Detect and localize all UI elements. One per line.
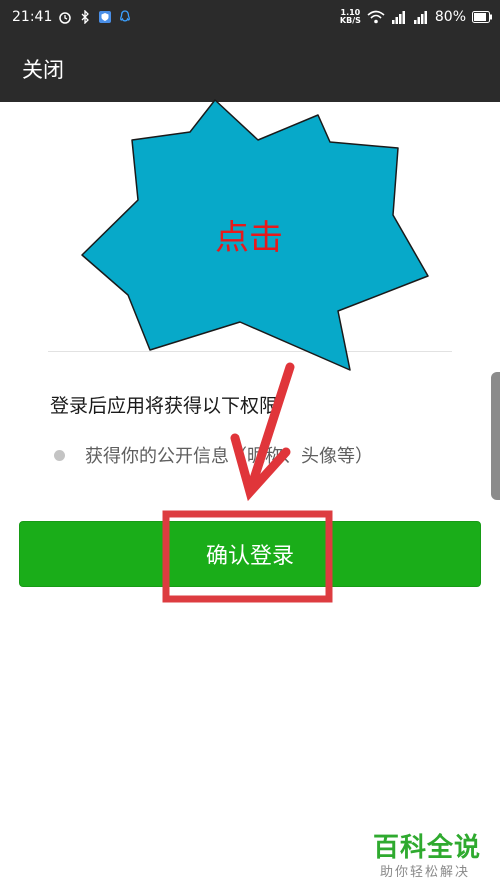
- permission-item: 获得你的公开信息（昵称、头像等）: [54, 442, 373, 468]
- status-time: 21:41: [12, 9, 53, 25]
- status-bar-right: 1.10 KB/S 80%: [340, 9, 492, 25]
- battery-percent: 80%: [434, 9, 466, 25]
- signal-icon: [391, 11, 405, 24]
- confirm-login-button[interactable]: 确认登录: [19, 521, 481, 587]
- shield-icon: [99, 11, 112, 23]
- wifi-icon: [367, 10, 385, 24]
- permission-item-label: 获得你的公开信息（昵称、头像等）: [85, 446, 373, 467]
- signal-4g-icon: [413, 11, 427, 24]
- title-bar: 关闭: [0, 36, 500, 102]
- edge-scroll-handle[interactable]: [491, 372, 500, 500]
- divider: [48, 351, 452, 352]
- callout-label: 点击: [215, 218, 283, 258]
- bullet-dot: [54, 449, 65, 461]
- close-button[interactable]: 关闭: [22, 54, 64, 84]
- bluetooth-icon: [81, 10, 90, 24]
- status-bar: 21:41 1.10 KB/S 80%: [0, 0, 500, 36]
- watermark-subtitle: 助你轻松解决: [380, 865, 471, 880]
- battery-icon: [472, 11, 492, 23]
- net-speed-unit: KB/S: [339, 16, 361, 25]
- alarm-icon: [59, 12, 72, 24]
- net-speed: 1.10 KB/S: [340, 9, 361, 25]
- permissions-title: 登录后应用将获得以下权限: [50, 395, 279, 417]
- qq-icon: [120, 10, 131, 22]
- status-bar-left: 21:41: [12, 9, 132, 25]
- watermark-title: 百科全说: [373, 833, 482, 863]
